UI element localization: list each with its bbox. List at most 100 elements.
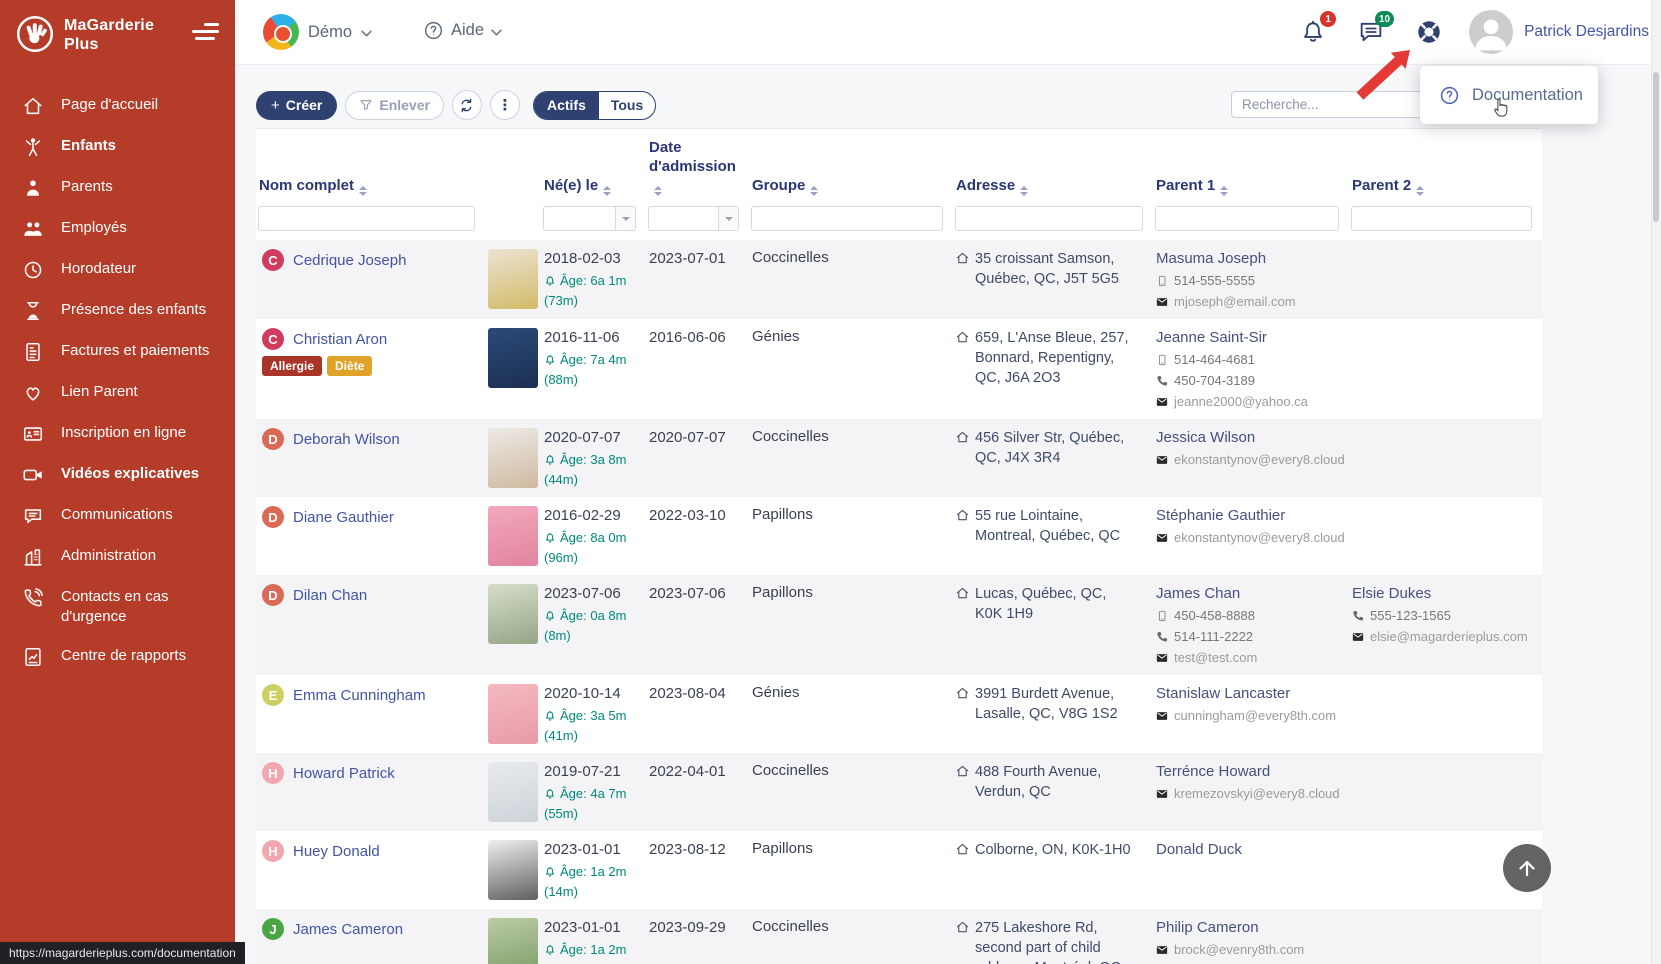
table-row[interactable]: EEmma Cunningham2020-10-14Âge: 3a 5m(41m… [256,675,1542,753]
sort-icon[interactable] [810,186,818,196]
table-row[interactable]: HHoward Patrick2019-07-21Âge: 4a 7m(55m)… [256,753,1542,831]
sidebar-item-employes[interactable]: Employés [22,218,223,240]
workspace-selector[interactable]: Démo [263,14,372,50]
remove-filter-button[interactable]: Enlever [345,91,444,120]
parent-icon [22,177,44,199]
sidebar-item-communications[interactable]: Communications [22,505,223,527]
child-name-link[interactable]: Howard Patrick [293,765,395,782]
child-photo [488,249,538,309]
contact-text: kremezovskyi@every8.cloud [1174,784,1340,803]
sidebar-item-inscription-en-ligne[interactable]: Inscription en ligne [22,423,223,445]
user-name[interactable]: Patrick Desjardins [1524,23,1649,41]
refresh-button[interactable] [452,90,482,120]
sidebar-item-page-d-accueil[interactable]: Page d'accueil [22,95,223,117]
documentation-menu-item[interactable]: Documentation [1472,86,1583,105]
clock-icon [22,259,44,281]
table-row[interactable]: JJames Cameron2023-01-01Âge: 1a 2m(14m)2… [256,909,1542,964]
create-button[interactable]: + Créer [256,91,337,120]
filter-tous-button[interactable]: Tous [599,92,655,119]
column-header-adresse[interactable]: Adresse [953,176,1153,196]
child-name-link[interactable]: Dilan Chan [293,587,367,604]
table-row[interactable]: DDilan Chan2023-07-06Âge: 0a 8m(8m)2023-… [256,575,1542,675]
sidebar-item-centre-de-rapports[interactable]: Centre de rapports [22,646,223,668]
sidebar-item-presence-des-enfants[interactable]: Présence des enfants [22,300,223,322]
messages-icon[interactable]: 10 [1357,18,1385,46]
child-name-link[interactable]: Cedrique Joseph [293,252,406,269]
support-lifering-icon[interactable] [1415,18,1443,46]
user-avatar[interactable] [1469,10,1513,54]
table-row[interactable]: CChristian AronAllergieDiète2016-11-06Âg… [256,319,1542,419]
table-row[interactable]: DDiane Gauthier2016-02-29Âge: 8a 0m(96m)… [256,497,1542,575]
date-filter-dropdown-icon[interactable] [615,207,635,230]
date-filter-dropdown-icon[interactable] [718,207,738,230]
sort-icon[interactable] [654,186,662,196]
cell-group: Coccinelles [749,419,953,497]
cell-parent-2: Elsie Dukes555-123-1565elsie@magarderiep… [1349,575,1542,675]
sidebar-item-label: Lien Parent [61,382,138,402]
filter-actifs-button[interactable]: Actifs [534,92,599,119]
help-label: Aide [451,21,484,40]
filter-cell [749,206,953,231]
funnel-icon [359,98,373,112]
sidebar-item-horodateur[interactable]: Horodateur [22,259,223,281]
sort-icon[interactable] [1220,186,1228,196]
contact-text: 555-123-1565 [1370,606,1451,625]
column-header-date-d-admission[interactable]: Date d'admission [646,138,749,196]
sort-icon[interactable] [1020,186,1028,196]
sidebar-item-lien-parent[interactable]: Lien Parent [22,382,223,404]
filter-input-parent-1[interactable] [1155,206,1339,231]
cell-parent-1: Stéphanie Gauthierekonstantynov@every8.c… [1153,497,1349,575]
column-header-nom-complet[interactable]: Nom complet [256,176,485,196]
filter-input-adresse[interactable] [955,206,1143,231]
table-row[interactable]: CCedrique Joseph2018-02-03Âge: 6a 1m(73m… [256,240,1542,319]
scrollbar-thumb[interactable] [1653,72,1659,222]
sort-icon[interactable] [1416,186,1424,196]
contact-text: elsie@magarderieplus.com [1370,627,1528,646]
help-menu-button[interactable]: Aide [423,20,502,41]
menu-collapse-icon[interactable] [192,15,219,40]
child-photo [488,584,538,644]
filter-wrap [751,206,943,231]
age-line: Âge: 7a 4m [544,351,638,369]
filter-input-parent-2[interactable] [1351,206,1532,231]
cell-parent-1: Jeanne Saint-Sir514-464-4681450-704-3189… [1153,319,1349,419]
child-name-link[interactable]: Christian Aron [293,331,387,348]
address: 275 Lakeshore Rd, second part of child a… [956,918,1145,964]
column-header-groupe[interactable]: Groupe [749,176,953,196]
age-months: (88m) [544,371,638,389]
sidebar-item-factures-et-paiements[interactable]: Factures et paiements [22,341,223,363]
page-scrollbar[interactable] [1651,0,1661,964]
sidebar-item-videos-explicatives[interactable]: Vidéos explicatives [22,464,223,486]
child-name-link[interactable]: James Cameron [293,921,403,938]
sidebar-item-contacts-en-cas-d-urgence[interactable]: Contacts en cas d'urgence [22,587,223,627]
sidebar-item-administration[interactable]: Administration [22,546,223,568]
sidebar-item-label: Présence des enfants [61,300,206,320]
sort-icon[interactable] [359,186,367,196]
column-header-ne-e-le[interactable]: Né(e) le [541,176,646,196]
mobile-phone-icon [1156,354,1168,366]
age-bell-icon [544,454,556,466]
sidebar-item-parents[interactable]: Parents [22,177,223,199]
table-row[interactable]: HHuey Donald2023-01-01Âge: 1a 2m(14m)202… [256,831,1542,909]
child-name-link[interactable]: Emma Cunningham [293,687,426,704]
filter-input-nom-complet[interactable] [258,206,475,231]
address-text: 55 rue Lointaine, Montreal, Québec, QC [975,506,1135,546]
cell-parent-1: Masuma Joseph514-555-5555mjoseph@email.c… [1153,240,1349,319]
scroll-to-top-button[interactable] [1503,844,1551,892]
child-name-link[interactable]: Deborah Wilson [293,431,400,448]
cell-name: CChristian AronAllergieDiète [256,319,485,419]
child-initial-avatar: J [262,918,284,940]
sidebar-item-label: Horodateur [61,259,136,279]
brand-name: MaGarderie Plus [64,15,154,55]
cell-admission-date: 2016-06-06 [646,319,749,419]
column-header-parent-1[interactable]: Parent 1 [1153,176,1349,196]
table-row[interactable]: DDeborah Wilson2020-07-07Âge: 3a 8m(44m)… [256,419,1542,497]
sort-icon[interactable] [603,186,611,196]
notifications-bell-icon[interactable]: 1 [1299,18,1327,46]
child-name-link[interactable]: Diane Gauthier [293,509,394,526]
column-header-parent-2[interactable]: Parent 2 [1349,176,1542,196]
sidebar-item-enfants[interactable]: Enfants [22,136,223,158]
more-options-button[interactable]: ⋮ [490,90,520,120]
child-name-link[interactable]: Huey Donald [293,843,380,860]
filter-input-groupe[interactable] [751,206,943,231]
